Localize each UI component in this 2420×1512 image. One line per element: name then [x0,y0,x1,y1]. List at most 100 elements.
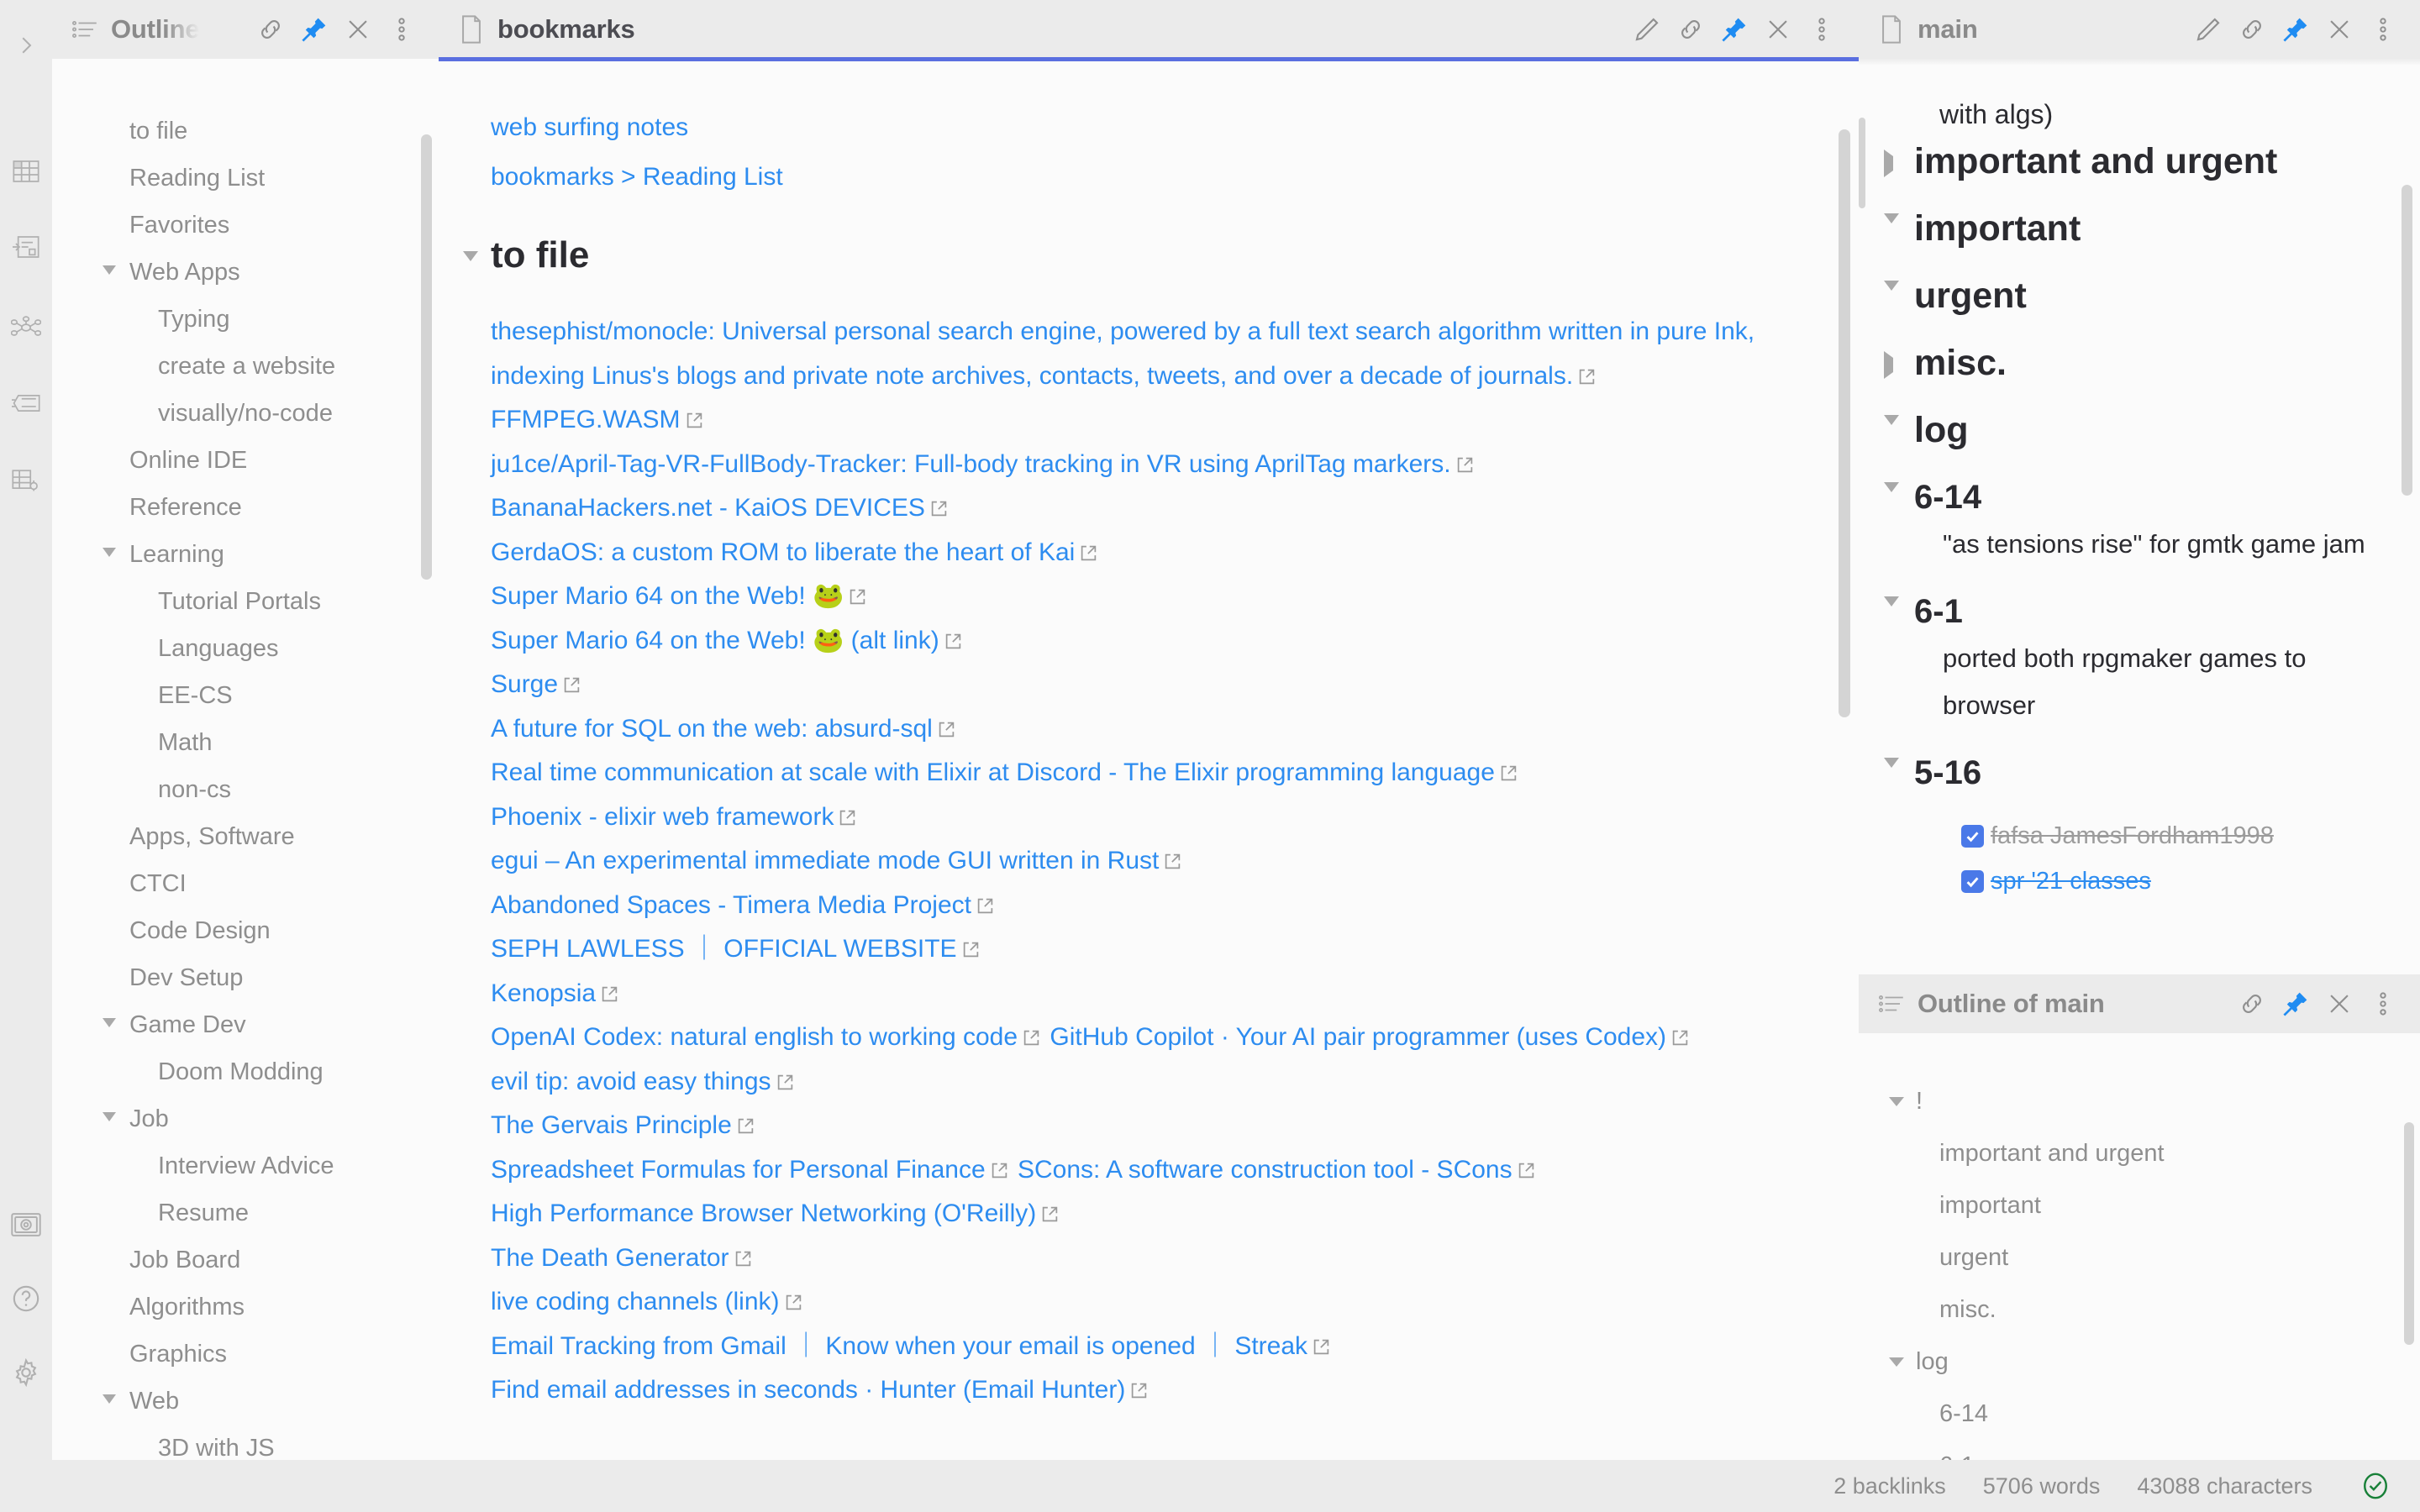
chevron-down-icon[interactable] [103,1018,116,1033]
outline-item[interactable]: Apps, Software [52,813,439,860]
bookmark-link[interactable]: GerdaOS: a custom ROM to liberate the he… [491,538,1075,566]
outline-item[interactable]: Languages [52,625,439,672]
outline-item[interactable]: Interview Advice [52,1142,439,1189]
bookmark-link[interactable]: ju1ce/April-Tag-VR-FullBody-Tracker: Ful… [491,450,1451,478]
log-entry-heading[interactable]: 6-14 [1884,474,2395,521]
outline-of-main-item[interactable]: ! [1859,1075,2420,1127]
outline-item[interactable]: Reference [52,484,439,531]
outline-of-main-item[interactable]: important and urgent [1859,1127,2420,1179]
outline-item[interactable]: Online IDE [52,437,439,484]
outline-of-main-scrollbar[interactable] [2404,1122,2414,1345]
import-note-icon[interactable] [0,225,52,269]
outline-item[interactable]: EE-CS [52,672,439,719]
main-section-heading[interactable]: log [1884,407,2395,454]
checkbox-checked-icon[interactable] [1961,869,1984,893]
close-icon[interactable] [336,8,380,51]
table-icon[interactable] [0,150,52,193]
close-icon[interactable] [2317,8,2361,51]
link-icon[interactable] [1669,8,1712,51]
bookmark-link[interactable]: Phoenix - elixir web framework [491,803,834,831]
outline-of-main-item[interactable]: log [1859,1336,2420,1388]
chevron-down-icon[interactable] [1884,281,1906,306]
bookmark-link[interactable]: evil tip: avoid easy things [491,1068,771,1095]
outline-item[interactable]: Game Dev [52,1001,439,1048]
outline-item[interactable]: Math [52,719,439,766]
graph-icon[interactable] [0,306,52,349]
bookmark-link[interactable]: Find email addresses in seconds · Hunter… [491,1376,1125,1404]
outline-item[interactable]: Graphics [52,1331,439,1378]
breadcrumb[interactable]: bookmarks > Reading List [491,155,1808,200]
log-entry-heading[interactable]: 6-1 [1884,588,2395,635]
chevron-down-icon[interactable] [103,1394,116,1410]
more-vertical-icon[interactable] [2361,982,2405,1026]
bookmark-link[interactable]: SCons: A software construction tool - SC… [1018,1156,1512,1184]
checkbox-checked-icon[interactable] [1961,824,1984,848]
bookmark-link[interactable]: egui – An experimental immediate mode GU… [491,847,1159,874]
collapse-caret-icon[interactable] [463,251,478,261]
chevron-down-icon[interactable] [103,548,116,563]
table-settings-icon[interactable] [0,459,52,502]
bookmark-link[interactable]: High Performance Browser Networking (O'R… [491,1200,1036,1227]
bookmark-link[interactable]: Email Tracking from Gmail ｜ Know when yo… [491,1332,1307,1360]
outline-scrollbar[interactable] [421,134,432,580]
main-section-heading[interactable]: important and urgent [1884,138,2395,185]
bookmark-link[interactable]: Real time communication at scale with El… [491,759,1495,786]
settings-gear-icon[interactable] [0,1351,52,1394]
main-scrollbar[interactable] [2402,185,2412,496]
close-icon[interactable] [1756,8,1800,51]
bookmark-link[interactable]: Abandoned Spaces - Timera Media Project [491,891,971,919]
bookmark-link[interactable]: OpenAI Codex: natural english to working… [491,1023,1018,1051]
outline-item[interactable]: Code Design [52,907,439,954]
bookmark-link[interactable]: FFMPEG.WASM [491,406,681,433]
outline-item[interactable]: Job [52,1095,439,1142]
chevron-down-icon[interactable] [1884,758,1906,783]
bookmark-link[interactable]: SEPH LAWLESS ｜ OFFICIAL WEBSITE [491,935,957,963]
pin-icon[interactable] [1712,8,1756,51]
outline-item[interactable]: Web [52,1378,439,1425]
document-scrollbar[interactable] [1839,129,1850,717]
pin-icon[interactable] [2274,8,2317,51]
chevron-down-icon[interactable] [1884,596,1906,622]
outline-of-main-item[interactable]: urgent [1859,1231,2420,1284]
link-icon[interactable] [249,8,292,51]
pencil-icon[interactable] [1625,8,1669,51]
pin-icon[interactable] [292,8,336,51]
bookmark-link[interactable]: Surge [491,670,558,698]
bookmark-link[interactable]: thesephist/monocle: Universal personal s… [491,318,1754,390]
help-icon[interactable] [0,1277,52,1320]
bookmark-link[interactable]: The Gervais Principle [491,1111,732,1139]
breadcrumb-line-0[interactable]: web surfing notes [491,106,1808,150]
chevron-down-icon[interactable] [1889,1097,1904,1106]
more-vertical-icon[interactable] [380,8,424,51]
pin-icon[interactable] [2274,982,2317,1026]
outline-item[interactable]: Doom Modding [52,1048,439,1095]
bookmark-link[interactable]: live coding channels (link) [491,1288,780,1315]
task-item[interactable]: spr '21 classes [1884,858,2395,904]
bookmark-link[interactable]: Spreadsheet Formulas for Personal Financ… [491,1156,986,1184]
outline-item[interactable]: visually/no-code [52,390,439,437]
outline-item[interactable]: Resume [52,1189,439,1236]
vault-icon[interactable] [0,1203,52,1247]
pencil-icon[interactable] [2186,8,2230,51]
outline-item[interactable]: Job Board [52,1236,439,1284]
task-item[interactable]: fafsa JamesFordham1998 [1884,813,2395,858]
bookmark-link[interactable]: Super Mario 64 on the Web! 🐸 (alt link) [491,627,939,654]
chevron-right-icon[interactable] [1884,351,1906,379]
bookmark-link[interactable]: GitHub Copilot · Your AI pair programmer… [1050,1023,1666,1051]
outline-item[interactable]: Favorites [52,202,439,249]
chevron-down-icon[interactable] [1889,1357,1904,1367]
outline-item[interactable]: Tutorial Portals [52,578,439,625]
outline-of-main-item[interactable]: misc. [1859,1284,2420,1336]
chevron-down-icon[interactable] [1884,213,1906,239]
stacked-notes-icon[interactable] [0,381,52,425]
main-section-heading[interactable]: urgent [1884,272,2395,319]
more-vertical-icon[interactable] [1800,8,1844,51]
expand-chevron-icon[interactable] [0,24,52,67]
bookmark-link[interactable]: BananaHackers.net - KaiOS DEVICES [491,494,925,522]
bookmark-link[interactable]: Super Mario 64 on the Web! 🐸 [491,582,844,610]
outline-item[interactable]: Learning [52,531,439,578]
more-vertical-icon[interactable] [2361,8,2405,51]
bookmark-link[interactable]: A future for SQL on the web: absurd-sql [491,715,933,743]
outline-item[interactable]: Typing [52,296,439,343]
link-icon[interactable] [2230,8,2274,51]
